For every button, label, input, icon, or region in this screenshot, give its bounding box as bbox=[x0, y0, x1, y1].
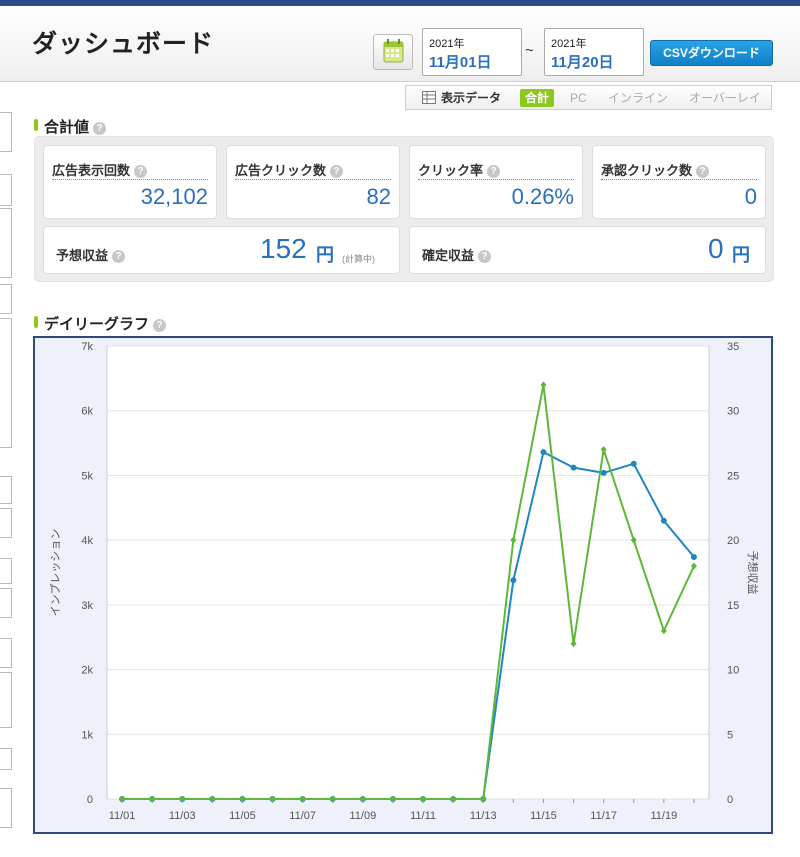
tab-total[interactable]: 合計 bbox=[520, 89, 555, 107]
y-tick-label-left: 7k bbox=[81, 341, 93, 353]
x-tick-label: 11/05 bbox=[229, 810, 256, 822]
csv-download-button[interactable]: CSVダウンロード bbox=[650, 40, 773, 66]
help-icon[interactable]: ? bbox=[153, 319, 167, 332]
estimated-revenue-label: 予想収益? bbox=[56, 245, 126, 264]
help-icon[interactable]: ? bbox=[330, 165, 344, 178]
start-month-day: 11月01日 bbox=[429, 54, 492, 71]
left-sidebar-edge bbox=[0, 112, 12, 857]
ad-clicks-label: 広告クリック数? bbox=[235, 160, 344, 179]
impressions-label: 広告表示回数? bbox=[52, 160, 148, 179]
ad-clicks-value: 82 bbox=[366, 184, 391, 209]
click-rate-value: 0.26% bbox=[511, 184, 574, 209]
y-tick-label-right: 0 bbox=[727, 794, 733, 806]
ad-clicks-card: 広告クリック数? 82 bbox=[226, 145, 400, 219]
x-tick-label: 11/19 bbox=[650, 810, 677, 822]
approved-clicks-label: 承認クリック数? bbox=[601, 160, 710, 179]
impressions-point bbox=[600, 469, 607, 476]
impressions-point bbox=[510, 577, 517, 584]
estimated-revenue-value: 152 bbox=[260, 233, 307, 264]
calendar-icon bbox=[383, 39, 404, 63]
confirmed-revenue-value: 0 bbox=[708, 233, 724, 264]
x-tick-label: 11/17 bbox=[590, 810, 617, 822]
impressions-point bbox=[690, 553, 697, 560]
confirmed-revenue-card: 確定収益? 0 円 bbox=[409, 226, 766, 274]
x-tick-label: 11/13 bbox=[470, 810, 497, 822]
start-date-field[interactable]: 2021年 11月01日 bbox=[422, 28, 522, 76]
y-tick-label-right: 20 bbox=[727, 535, 739, 547]
y-tick-label-left: 1k bbox=[81, 729, 93, 741]
daily-graph-title-text: デイリーグラフ bbox=[44, 316, 150, 333]
end-date-field[interactable]: 2021年 11月20日 bbox=[544, 28, 644, 76]
click-rate-label: クリック率? bbox=[418, 160, 501, 179]
daily-chart: 0 0 1k 5 2k 10 3k 15 4k 20 5k 25 6k 30 7k 35 11/01 11/03 1… bbox=[33, 336, 773, 834]
data-view-tabs: 表示データ 合計 PC インライン オーバーレイ bbox=[405, 85, 772, 110]
x-tick-label: 11/09 bbox=[349, 810, 376, 822]
y-tick-label-right: 10 bbox=[727, 665, 739, 677]
y-tick-label-left: 4k bbox=[81, 535, 93, 547]
impressions-value: 32,102 bbox=[140, 184, 208, 209]
summary-title-text: 合計値 bbox=[44, 119, 90, 136]
summary-panel: 広告表示回数? 32,102 広告クリック数? 82 クリック率? 0.26% … bbox=[34, 136, 774, 282]
tabs-label: 表示データ bbox=[441, 91, 502, 105]
estimated-revenue-unit: 円 bbox=[316, 245, 334, 265]
table-icon bbox=[422, 91, 436, 104]
y-axis-title-right: 予想収益 bbox=[746, 551, 760, 595]
impressions-point bbox=[630, 460, 637, 467]
tab-inline[interactable]: インライン bbox=[608, 89, 668, 107]
y-tick-label-left: 2k bbox=[81, 665, 93, 677]
end-year: 2021年 bbox=[551, 38, 587, 50]
confirmed-revenue-label: 確定収益? bbox=[422, 245, 492, 264]
confirmed-revenue-unit: 円 bbox=[732, 245, 750, 265]
tab-pc[interactable]: PC bbox=[570, 89, 587, 107]
plot-area bbox=[106, 345, 710, 800]
calendar-button[interactable] bbox=[373, 34, 413, 70]
y-tick-label-left: 0 bbox=[87, 794, 93, 806]
tab-overlay[interactable]: オーバーレイ bbox=[689, 89, 761, 107]
page-header: ダッシュボード 2021年 11月01日 ~ 2021年 11月20日 CSVダ… bbox=[0, 6, 800, 82]
y-tick-label-left: 3k bbox=[81, 600, 93, 612]
help-icon[interactable]: ? bbox=[112, 250, 126, 263]
help-icon[interactable]: ? bbox=[696, 165, 710, 178]
estimated-revenue-card: 予想収益? 152 円 (計算中) bbox=[43, 226, 400, 274]
y-tick-label-left: 5k bbox=[81, 470, 93, 482]
date-range-separator: ~ bbox=[525, 42, 534, 59]
y-axis-title-left: インプレッション bbox=[49, 529, 62, 617]
impressions-point bbox=[570, 464, 577, 471]
y-tick-label-right: 25 bbox=[727, 470, 739, 482]
impressions-point bbox=[540, 449, 547, 456]
click-rate-card: クリック率? 0.26% bbox=[409, 145, 583, 219]
help-icon[interactable]: ? bbox=[93, 122, 107, 135]
help-icon[interactable]: ? bbox=[487, 165, 501, 178]
x-tick-label: 11/07 bbox=[289, 810, 316, 822]
impressions-point bbox=[660, 517, 667, 524]
help-icon[interactable]: ? bbox=[134, 165, 148, 178]
x-tick-label: 11/11 bbox=[410, 810, 436, 822]
y-tick-label-left: 6k bbox=[81, 406, 93, 418]
approved-clicks-card: 承認クリック数? 0 bbox=[592, 145, 766, 219]
end-month-day: 11月20日 bbox=[551, 54, 614, 71]
y-tick-label-right: 30 bbox=[727, 406, 739, 418]
y-tick-label-right: 15 bbox=[727, 600, 739, 612]
start-year: 2021年 bbox=[429, 38, 465, 50]
impressions-card: 広告表示回数? 32,102 bbox=[43, 145, 217, 219]
page-title: ダッシュボード bbox=[32, 30, 215, 58]
approved-clicks-value: 0 bbox=[744, 184, 757, 209]
y-tick-label-right: 35 bbox=[727, 341, 739, 353]
help-icon[interactable]: ? bbox=[478, 250, 492, 263]
summary-section-title: 合計値? bbox=[34, 116, 107, 137]
x-tick-label: 11/15 bbox=[530, 810, 557, 822]
x-tick-label: 11/01 bbox=[109, 810, 136, 822]
y-tick-label-right: 5 bbox=[727, 729, 733, 741]
x-tick-label: 11/03 bbox=[169, 810, 196, 822]
daily-line-chart: 0 0 1k 5 2k 10 3k 15 4k 20 5k 25 6k 30 7k 35 11/01 11/03 1… bbox=[49, 341, 760, 822]
daily-graph-title: デイリーグラフ? bbox=[34, 313, 167, 334]
calculating-note: (計算中) bbox=[342, 254, 375, 264]
